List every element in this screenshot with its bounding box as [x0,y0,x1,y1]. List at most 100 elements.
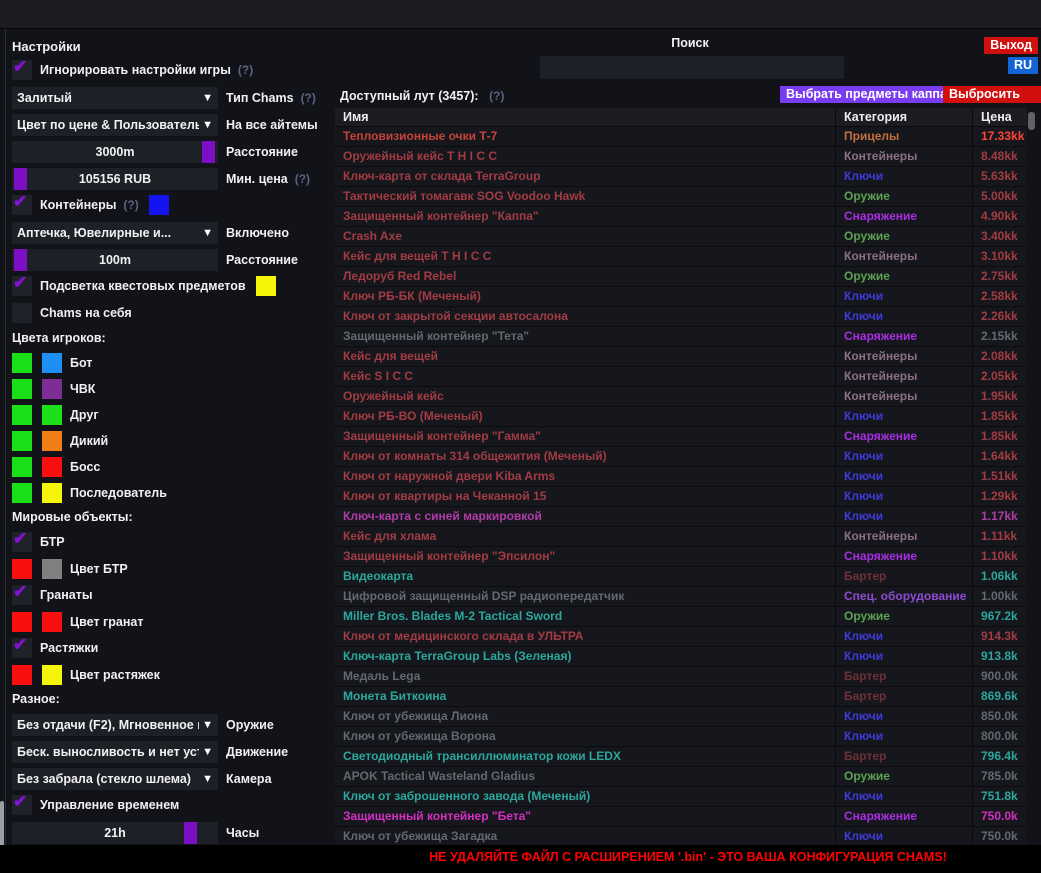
loot-table-row[interactable]: Ключ-карта от склада TerraGroupКлючи5.63… [335,167,1027,187]
min-price-slider[interactable]: 105156 RUB [12,168,218,190]
select-kappa-items-button[interactable]: Выбрать предметы каппа [780,86,953,103]
player-color-swatch[interactable] [42,379,62,399]
player-visible-color-swatch[interactable] [12,379,32,399]
container-distance-slider[interactable]: 100m [12,249,218,271]
item-name: Ключ от закрытой секции автосалона [335,307,835,326]
search-input[interactable] [540,56,844,79]
player-visible-color-swatch[interactable] [12,457,32,477]
grenade-color-swatch[interactable] [12,612,32,632]
player-visible-color-swatch[interactable] [12,431,32,451]
loot-table-row[interactable]: Тактический томагавк SOG Voodoo HawkОруж… [335,187,1027,207]
slider-handle[interactable] [184,822,197,844]
ignore-game-settings-checkbox[interactable] [12,60,32,80]
player-visible-color-swatch[interactable] [12,483,32,503]
loot-table-row[interactable]: ВидеокартаБартер1.06kk [335,567,1027,587]
player-visible-color-swatch[interactable] [12,353,32,373]
weapon-dropdown[interactable]: Без отдачи (F2), Мгновенное пр ▼ [12,714,218,736]
all-items-dropdown[interactable]: Цвет по цене & Пользовательс ▼ [12,114,218,136]
player-color-swatch[interactable] [42,457,62,477]
self-chams-checkbox[interactable] [12,303,32,323]
quest-highlight-checkbox[interactable] [12,276,32,296]
tripwire-color2-swatch[interactable] [42,665,62,685]
chevron-down-icon: ▼ [202,773,213,785]
item-name: Тепловизионные очки Т-7 [335,127,835,146]
loot-table-row[interactable]: Кейс для вещей T H I C CКонтейнеры3.10kk [335,247,1027,267]
containers-color-swatch[interactable] [149,195,169,215]
slider-handle[interactable] [202,141,215,163]
btr-checkbox[interactable] [12,532,32,552]
player-type-label: Бот [70,356,92,370]
loot-table-row[interactable]: Защищенный контейнер "Тета"Снаряжение2.1… [335,327,1027,347]
player-color-swatch[interactable] [42,431,62,451]
loot-table-row[interactable]: Ключ от заброшенного завода (Меченый)Клю… [335,787,1027,807]
camera-dropdown[interactable]: Без забрала (стекло шлема) ▼ [12,768,218,790]
player-color-swatch[interactable] [42,405,62,425]
self-chams-label: Chams на себя [40,306,132,320]
discard-all-button[interactable]: Выбросить все [943,86,1041,103]
grenades-checkbox[interactable] [12,585,32,605]
containers-checkbox[interactable] [12,195,32,215]
loot-table-row[interactable]: Ключ от убежища ВоронаКлючи800.0k [335,727,1027,747]
hours-slider[interactable]: 21h [12,822,218,844]
column-header-name[interactable]: Имя [335,108,835,126]
hours-value: 21h [104,826,126,840]
distance-slider[interactable]: 3000m [12,141,218,163]
included-dropdown[interactable]: Аптечка, Ювелирные и... ▼ [12,222,218,244]
column-header-category[interactable]: Категория [835,108,972,126]
slider-handle[interactable] [14,249,27,271]
exit-button[interactable]: Выход [984,37,1038,54]
tripwires-checkbox[interactable] [12,638,32,658]
loot-table-row[interactable]: Miller Bros. Blades M-2 Tactical SwordОр… [335,607,1027,627]
time-control-checkbox[interactable] [12,795,32,815]
grenade-color2-swatch[interactable] [42,612,62,632]
loot-table-row[interactable]: Оружейный кейс T H I C CКонтейнеры8.48kk [335,147,1027,167]
btr-color2-swatch[interactable] [42,559,62,579]
loot-table-row[interactable]: Монета БиткоинаБартер869.6k [335,687,1027,707]
loot-table-row[interactable]: Защищенный контейнер "Каппа"Снаряжение4.… [335,207,1027,227]
loot-table-row[interactable]: Защищенный контейнер "Эпсилон"Снаряжение… [335,547,1027,567]
loot-table-row[interactable]: Ключ от убежища ЛионаКлючи850.0k [335,707,1027,727]
loot-table-row[interactable]: Оружейный кейсКонтейнеры1.95kk [335,387,1027,407]
loot-table-row[interactable]: Светодиодный трансиллюминатор кожи LEDXБ… [335,747,1027,767]
loot-table-row[interactable]: Ключ от квартиры на Чеканной 15Ключи1.29… [335,487,1027,507]
loot-table-row[interactable]: Ключ РБ-ВО (Меченый)Ключи1.85kk [335,407,1027,427]
player-color-swatch[interactable] [42,483,62,503]
column-header-price[interactable]: Цена [972,108,1027,126]
item-category: Бартер [835,567,972,586]
loot-table-row[interactable]: Ключ РБ-БК (Меченый)Ключи2.58kk [335,287,1027,307]
item-name: Защищенный контейнер "Бета" [335,807,835,826]
time-control-row: Управление временем [12,795,330,815]
loot-table-row[interactable]: Защищенный контейнер "Бета"Снаряжение750… [335,807,1027,827]
loot-table-row[interactable]: Тепловизионные очки Т-7Прицелы17.33kk [335,127,1027,147]
slider-handle[interactable] [14,168,27,190]
quest-highlight-color-swatch[interactable] [256,276,276,296]
loot-table-row[interactable]: Ключ от закрытой секции автосалонаКлючи2… [335,307,1027,327]
movement-dropdown[interactable]: Беск. выносливость и нет устал ▼ [12,741,218,763]
loot-table-row[interactable]: Медаль LegaБартер900.0k [335,667,1027,687]
btr-color-swatch[interactable] [12,559,32,579]
tripwire-color-swatch[interactable] [12,665,32,685]
loot-table-row[interactable]: Ключ от комнаты 314 общежития (Меченый)К… [335,447,1027,467]
loot-table-row[interactable]: Кейс для хламаКонтейнеры1.11kk [335,527,1027,547]
cham-type-dropdown[interactable]: Залитый ▼ [12,87,218,109]
quest-highlight-row: Подсветка квестовых предметов [12,276,330,296]
player-type-label: ЧВК [70,382,95,396]
loot-table-row[interactable]: Ключ от убежища ЗагадкаКлючи750.0k [335,827,1027,845]
loot-table-row[interactable]: Кейс для вещейКонтейнеры2.08kk [335,347,1027,367]
player-color-swatch[interactable] [42,353,62,373]
loot-table-row[interactable]: Ключ от наружной двери Kiba ArmsКлючи1.5… [335,467,1027,487]
loot-table-row[interactable]: Защищенный контейнер "Гамма"Снаряжение1.… [335,427,1027,447]
containers-row: Контейнеры (?) [12,195,330,215]
loot-table-row[interactable]: Ключ от медицинского склада в УЛЬТРАКлюч… [335,627,1027,647]
language-button[interactable]: RU [1008,57,1038,74]
loot-table-row[interactable]: Ледоруб Red RebelОружие2.75kk [335,267,1027,287]
loot-table-row[interactable]: Ключ-карта TerraGroup Labs (Зеленая)Ключ… [335,647,1027,667]
loot-table-row[interactable]: Кейс S I C CКонтейнеры2.05kk [335,367,1027,387]
loot-table-row[interactable]: APOK Tactical Wasteland GladiusОружие785… [335,767,1027,787]
loot-table-row[interactable]: Ключ-карта с синей маркировкойКлючи1.17k… [335,507,1027,527]
loot-table-row[interactable]: Crash AxeОружие3.40kk [335,227,1027,247]
player-visible-color-swatch[interactable] [12,405,32,425]
loot-table-scrollbar[interactable] [1028,112,1035,130]
item-price: 1.64kk [972,447,1027,466]
loot-table-row[interactable]: Цифровой защищенный DSP радиопередатчикС… [335,587,1027,607]
